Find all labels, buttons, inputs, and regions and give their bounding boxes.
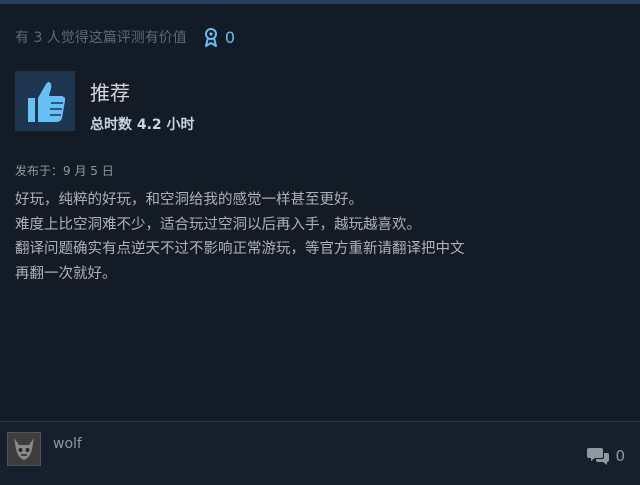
award-ribbon-icon [204,28,217,47]
review-text: 好玩，纯粹的好玩，和空洞给我的感觉一样甚至更好。 难度上比空洞难不少，适合玩过空… [15,188,630,286]
verdict-title[interactable]: 推荐 [90,80,130,106]
comments-button[interactable]: 0 [587,446,625,466]
posted-date: 发布于：9 月 5 日 [15,164,114,178]
award-button[interactable]: 0 [203,27,235,47]
comment-count: 0 [615,447,625,465]
review-footer: wolf 0 [0,422,640,485]
author-username[interactable]: wolf [53,436,82,452]
helpful-row: 有 3 人觉得这篇评测有价值 0 [15,27,235,47]
thumbs-up-icon [28,82,66,122]
award-count: 0 [224,27,235,47]
review-card: 有 3 人觉得这篇评测有价值 0 推荐 总时数 4.2 小时 发布于：9 月 5… [0,4,640,420]
avatar-image [8,433,40,465]
review-line: 好玩，纯粹的好玩，和空洞给我的感觉一样甚至更好。 [15,192,363,208]
recommend-thumb-box[interactable] [15,71,75,131]
review-line: 再翻一次就好。 [15,265,117,282]
comment-bubbles-icon [587,448,610,465]
avatar[interactable] [7,432,41,466]
playtime-hours: 总时数 4.2 小时 [90,117,195,133]
review-line: 难度上比空洞难不少，适合玩过空洞以后再入手，越玩越喜欢。 [15,216,421,233]
review-line: 翻译问题确实有点逆天不过不影响正常游玩，等官方重新请翻译把中文 [15,241,465,257]
helpful-count-text: 有 3 人觉得这篇评测有价值 [15,30,187,46]
